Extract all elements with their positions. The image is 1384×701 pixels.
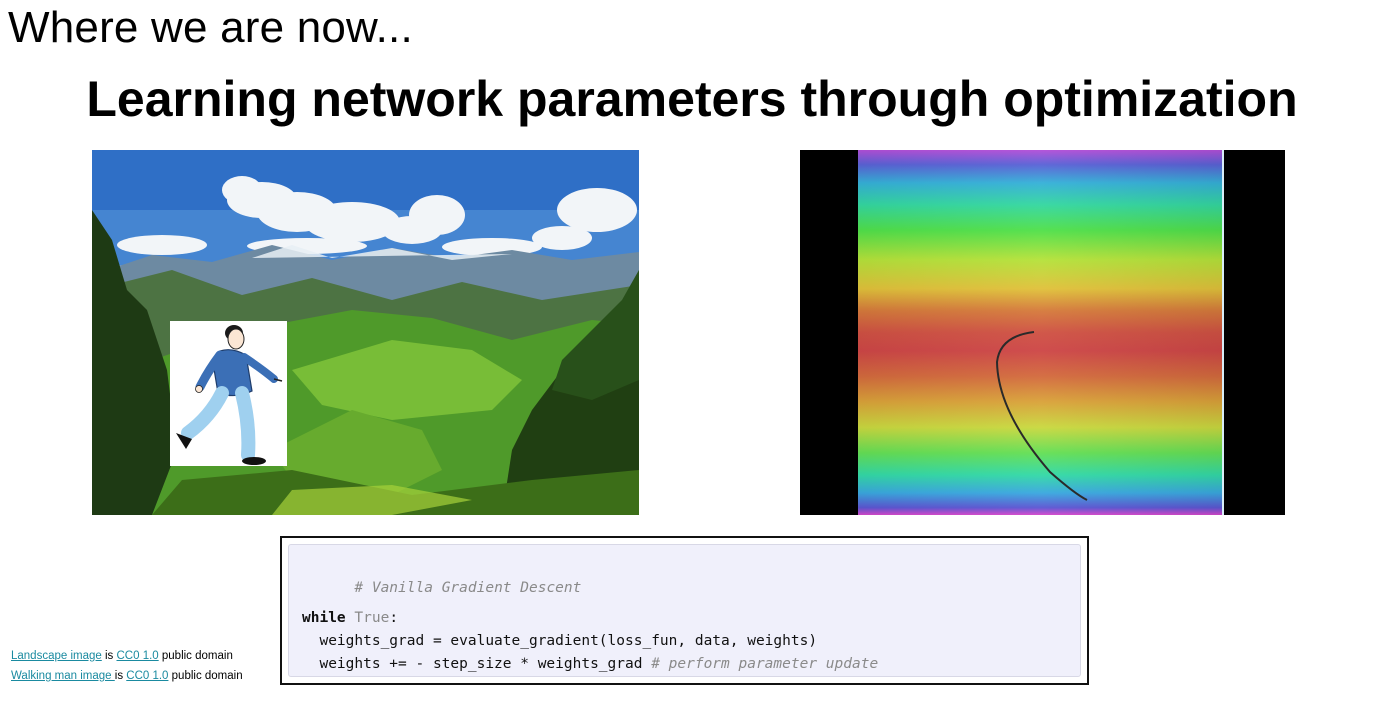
code-update-line: weights += - step_size * weights_grad # … bbox=[302, 657, 878, 672]
code-snippet-box: # Vanilla Gradient Descent while True: w… bbox=[280, 536, 1089, 685]
code-block: # Vanilla Gradient Descent while True: w… bbox=[288, 544, 1081, 677]
code-constant-true: True bbox=[354, 610, 390, 626]
code-update-statement: weights += - step_size * weights_grad bbox=[302, 656, 643, 672]
cc0-license-link[interactable]: CC0 1.0 bbox=[126, 670, 168, 682]
walking-man-icon bbox=[176, 325, 283, 465]
credit-text: is bbox=[101, 650, 117, 662]
credit-line-landscape: Landscape image is CC0 1.0 public domain bbox=[11, 646, 243, 666]
code-gradient-line: weights_grad = evaluate_gradient(loss_fu… bbox=[302, 633, 818, 649]
cc0-license-link[interactable]: CC0 1.0 bbox=[117, 650, 159, 662]
credit-text: public domain bbox=[168, 670, 243, 682]
image-credits: Landscape image is CC0 1.0 public domain… bbox=[11, 646, 243, 686]
credit-text: is bbox=[114, 670, 127, 682]
code-comment: # Vanilla Gradient Descent bbox=[354, 579, 582, 596]
walking-man-image-link[interactable]: Walking man image bbox=[11, 670, 115, 682]
walking-man-image bbox=[170, 321, 287, 466]
credit-line-walking-man: Walking man image is CC0 1.0 public doma… bbox=[11, 666, 243, 686]
landscape-image-link[interactable]: Landscape image bbox=[11, 650, 102, 662]
code-comment-line: # Vanilla Gradient Descent bbox=[302, 566, 581, 610]
credit-text: public domain bbox=[158, 650, 233, 662]
optimization-heatmap-image bbox=[800, 150, 1285, 515]
code-keyword-while: while bbox=[302, 610, 346, 626]
code-colon: : bbox=[389, 610, 399, 626]
code-update-comment: # perform parameter update bbox=[642, 656, 879, 672]
code-while-line: while True: bbox=[302, 611, 398, 626]
descent-path-icon bbox=[995, 331, 1088, 501]
slide-kicker: Where we are now... bbox=[8, 3, 413, 52]
slide-title: Learning network parameters through opti… bbox=[86, 71, 1298, 127]
